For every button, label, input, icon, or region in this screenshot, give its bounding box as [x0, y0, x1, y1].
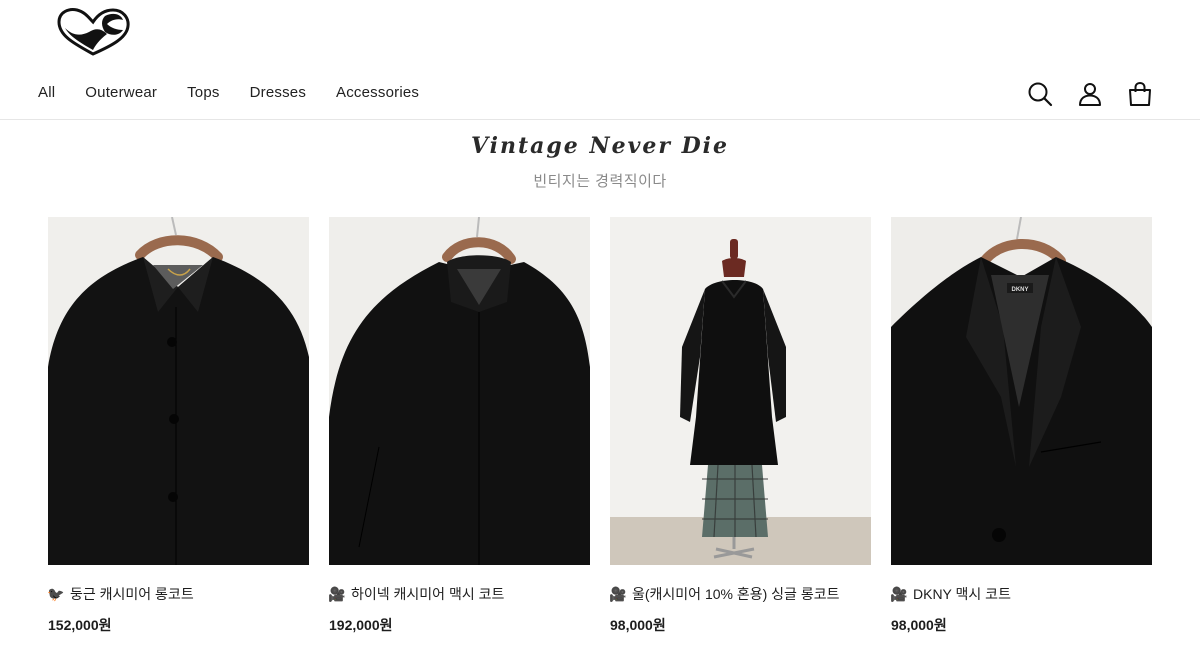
page-subheadline: 빈티지는 경력직이다	[533, 173, 667, 190]
main-nav: All Outerwear Tops Dresses Accessories	[38, 84, 449, 101]
product-name[interactable]: DKNY 맥시 코트	[913, 584, 1011, 604]
product-name[interactable]: 울(캐시미어 10% 혼용) 싱글 롱코트	[632, 584, 839, 604]
product-card[interactable]: 🎥 울(캐시미어 10% 혼용) 싱글 롱코트 98,000원	[609, 217, 871, 635]
product-title[interactable]: 🎥 DKNY 맥시 코트	[890, 584, 1152, 604]
product-name[interactable]: 둥근 캐시미어 롱코트	[70, 584, 194, 604]
nav-tops[interactable]: Tops	[187, 84, 220, 101]
nav-all[interactable]: All	[38, 84, 55, 101]
brand-logo[interactable]	[55, 6, 131, 58]
product-grid: 🐦‍⬛ 둥근 캐시미어 롱코트 152,000원 🎥 하이넥 캐시미어 맥시 코…	[47, 217, 1152, 635]
movie-camera-icon: 🎥	[890, 585, 908, 602]
product-image[interactable]	[48, 217, 309, 565]
header-icons	[1026, 80, 1154, 108]
product-card[interactable]: 🎥 하이넥 캐시미어 맥시 코트 192,000원	[328, 217, 590, 635]
page-headline: Vintage Never Die	[470, 133, 730, 159]
cart-icon[interactable]	[1126, 80, 1154, 108]
svg-text:DKNY: DKNY	[1011, 287, 1028, 293]
product-image[interactable]: DKNY	[891, 217, 1152, 565]
product-price: 98,000원	[891, 617, 947, 633]
nav-dresses[interactable]: Dresses	[250, 84, 306, 101]
product-card[interactable]: 🐦‍⬛ 둥근 캐시미어 롱코트 152,000원	[47, 217, 309, 635]
product-price: 98,000원	[610, 617, 666, 633]
bird-icon: 🐦‍⬛	[47, 585, 65, 602]
search-icon[interactable]	[1026, 80, 1054, 108]
movie-camera-icon: 🎥	[609, 585, 627, 602]
product-price: 152,000원	[48, 617, 112, 633]
header-divider	[0, 119, 1200, 120]
product-title[interactable]: 🐦‍⬛ 둥근 캐시미어 롱코트	[47, 584, 309, 604]
product-title[interactable]: 🎥 하이넥 캐시미어 맥시 코트	[328, 584, 590, 604]
nav-outerwear[interactable]: Outerwear	[85, 84, 157, 101]
product-price: 192,000원	[329, 617, 393, 633]
nav-accessories[interactable]: Accessories	[336, 84, 419, 101]
account-icon[interactable]	[1076, 80, 1104, 108]
product-image[interactable]	[610, 217, 871, 565]
product-name[interactable]: 하이넥 캐시미어 맥시 코트	[351, 584, 504, 604]
movie-camera-icon: 🎥	[328, 585, 346, 602]
product-card[interactable]: DKNY 🎥 DKNY 맥시 코트 98,000원	[890, 217, 1152, 635]
product-image[interactable]	[329, 217, 590, 565]
product-title[interactable]: 🎥 울(캐시미어 10% 혼용) 싱글 롱코트	[609, 584, 871, 604]
